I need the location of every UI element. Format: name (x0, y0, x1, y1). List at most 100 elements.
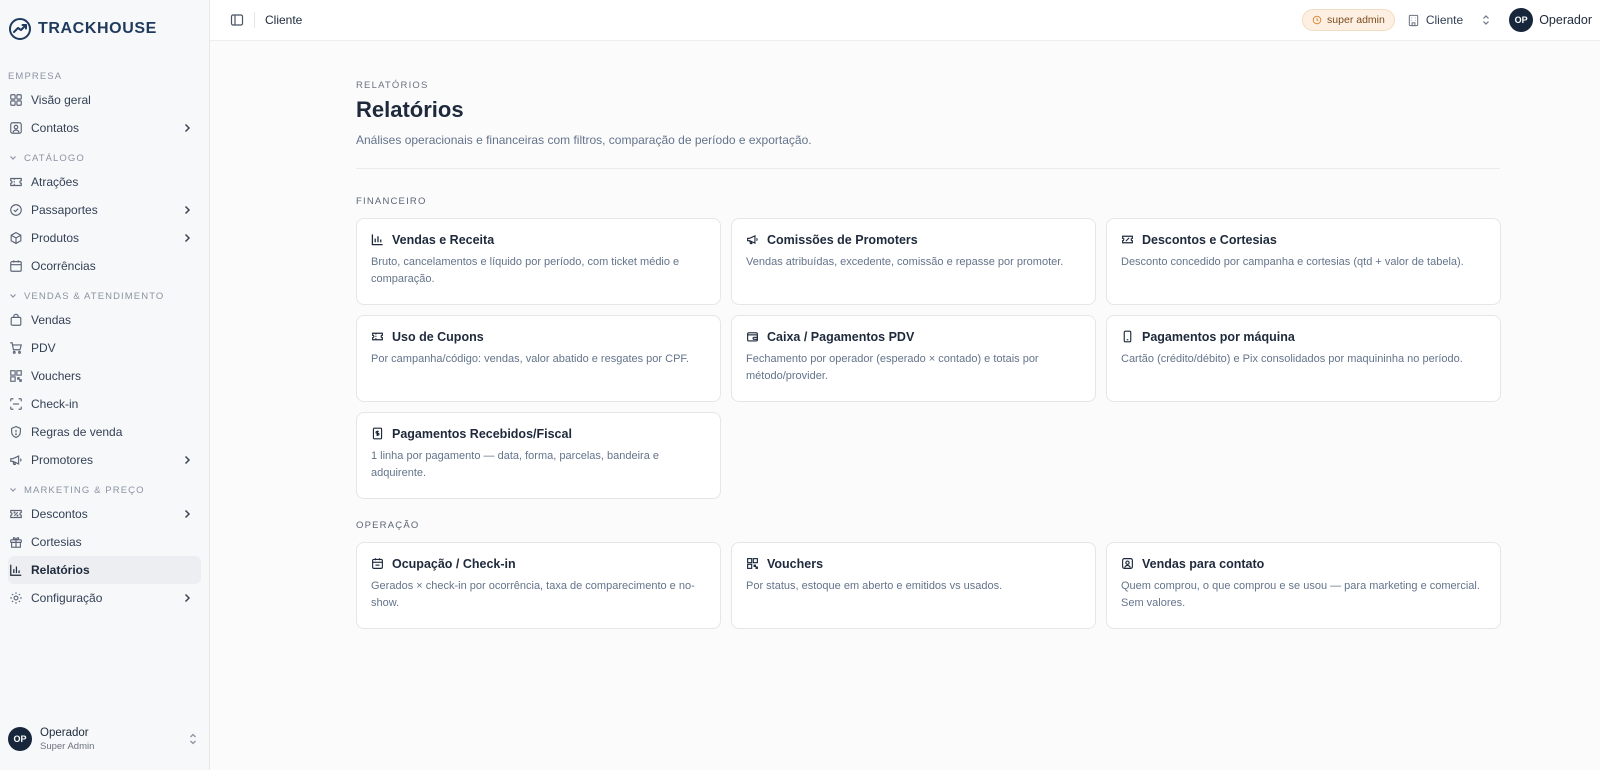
report-card-description: Bruto, cancelamentos e líquido por perío… (371, 256, 680, 285)
report-card-title: Vendas e Receita (392, 233, 495, 247)
sidebar-item-regras-de-venda[interactable]: Regras de venda (8, 418, 201, 446)
sidebar-item-label: Visão geral (31, 93, 91, 107)
sidebar-item-label: Cortesias (31, 535, 82, 549)
page-description: Análises operacionais e financeiras com … (356, 133, 812, 147)
sidebar-item-vendas[interactable]: Vendas (8, 306, 201, 334)
sidebar-item-label: Check-in (31, 397, 79, 411)
receipt-icon (371, 427, 385, 441)
brand[interactable]: TRACKHOUSE (0, 0, 209, 58)
gear-icon (8, 590, 24, 606)
section-label-vendas-atendimento[interactable]: VENDAS & ATENDIMENTO (8, 286, 201, 306)
sidebar-item-produtos[interactable]: Produtos (8, 224, 201, 252)
sidebar-item-ocorrencias[interactable]: Ocorrências (8, 252, 201, 280)
report-card-ocupacao-check-in[interactable]: Ocupação / Check-in Gerados × check-in p… (356, 542, 721, 629)
calendar-check-icon (371, 557, 385, 571)
report-card-description: Desconto concedido por campanha e cortes… (1121, 256, 1464, 268)
chevron-down-icon (8, 153, 18, 163)
badge-check-icon (8, 202, 24, 218)
role-badge: super admin (1302, 9, 1395, 31)
section-label-text: CATÁLOGO (24, 152, 85, 164)
sidebar-item-label: PDV (31, 341, 56, 355)
sidebar-item-label: Atrações (31, 175, 79, 189)
chevron-down-icon (8, 291, 18, 301)
sidebar-toggle-icon[interactable] (230, 13, 244, 27)
divider (254, 12, 255, 28)
calendar-icon (8, 258, 24, 274)
chevron-right-icon (181, 204, 193, 216)
report-card-comissoes-promoters[interactable]: Comissões de Promoters Vendas atribuídas… (731, 218, 1096, 305)
report-card-caixa-pagamentos-pdv[interactable]: Caixa / Pagamentos PDV Fechamento por op… (731, 315, 1096, 402)
avatar: OP (1509, 8, 1534, 32)
sidebar-item-label: Contatos (31, 121, 80, 135)
chevrons-up-down-icon (187, 732, 199, 746)
section-label-text: MARKETING & PREÇO (24, 484, 145, 496)
report-card-pagamentos-recebidos-fiscal[interactable]: Pagamentos Recebidos/Fiscal 1 linha por … (356, 412, 721, 499)
report-card-vendas-receita[interactable]: Vendas e Receita Bruto, cancelamentos e … (356, 218, 721, 305)
qr-code-icon (8, 368, 24, 384)
group-label-financeiro: FINANCEIRO (356, 196, 427, 207)
wallet-icon (746, 330, 760, 344)
sidebar-user-menu[interactable]: OP Operador Super Admin (0, 708, 209, 770)
sidebar-item-relatorios[interactable]: Relatórios (8, 556, 201, 584)
ticket-percent-icon (8, 506, 24, 522)
section-label-catalogo[interactable]: CATÁLOGO (8, 148, 201, 168)
sidebar-item-check-in[interactable]: Check-in (8, 390, 201, 418)
sidebar-nav: EMPRESA Visão geral Contatos CATÁLOGO At… (0, 58, 209, 612)
sidebar-item-promotores[interactable]: Promotores (8, 446, 201, 474)
report-card-description: Vendas atribuídas, excedente, comissão e… (746, 256, 1064, 268)
sidebar: TRACKHOUSE EMPRESA Visão geral Contatos (0, 0, 210, 770)
cart-icon (8, 340, 24, 356)
ticket-percent-icon (1121, 233, 1135, 247)
report-card-title: Pagamentos por máquina (1142, 330, 1295, 344)
org-switcher[interactable]: Cliente (1407, 13, 1491, 27)
report-card-vouchers[interactable]: Vouchers Por status, estoque em aberto e… (731, 542, 1096, 629)
sidebar-item-label: Produtos (31, 231, 80, 245)
sidebar-item-contatos[interactable]: Contatos (8, 114, 201, 142)
contact-icon (1121, 557, 1135, 571)
reports-page: RELATÓRIOS Relatórios Análises operacion… (356, 80, 1501, 629)
group-label-operacao: OPERAÇÃO (356, 520, 420, 531)
sidebar-item-label: Passaportes (31, 203, 98, 217)
sidebar-item-passaportes[interactable]: Passaportes (8, 196, 201, 224)
report-card-description: Por status, estoque em aberto e emitidos… (746, 580, 1003, 592)
sidebar-item-label: Vendas (31, 313, 72, 327)
avatar: OP (8, 727, 32, 751)
report-card-description: Por campanha/código: vendas, valor abati… (371, 353, 689, 365)
megaphone-icon (746, 233, 760, 247)
sidebar-item-atracoes[interactable]: Atrações (8, 168, 201, 196)
report-card-title: Uso de Cupons (392, 330, 484, 344)
sidebar-item-label: Configuração (31, 591, 103, 605)
sidebar-item-cortesias[interactable]: Cortesias (8, 528, 201, 556)
package-icon (8, 230, 24, 246)
section-label-marketing-preco[interactable]: MARKETING & PREÇO (8, 480, 201, 500)
report-card-vendas-para-contato[interactable]: Vendas para contato Quem comprou, o que … (1106, 542, 1501, 629)
sidebar-item-visao-geral[interactable]: Visão geral (8, 86, 201, 114)
chevron-down-icon (8, 485, 18, 495)
sidebar-item-vouchers[interactable]: Vouchers (8, 362, 201, 390)
divider (356, 168, 1500, 169)
section-label-empresa: EMPRESA (8, 66, 201, 86)
report-card-title: Vouchers (767, 557, 824, 571)
org-switcher-label: Cliente (1425, 13, 1464, 27)
report-card-descontos-cortesias[interactable]: Descontos e Cortesias Desconto concedido… (1106, 218, 1501, 305)
report-card-uso-cupons[interactable]: Uso de Cupons Por campanha/código: venda… (356, 315, 721, 402)
bar-chart-icon (8, 562, 24, 578)
user-menu[interactable]: OP Operador (1509, 8, 1592, 32)
trackhouse-logo-icon (8, 17, 32, 41)
section-label-text: VENDAS & ATENDIMENTO (24, 290, 165, 302)
sidebar-item-pdv[interactable]: PDV (8, 334, 201, 362)
page-eyebrow: RELATÓRIOS (356, 80, 429, 91)
breadcrumb[interactable]: Cliente (265, 13, 302, 27)
sidebar-item-configuracao[interactable]: Configuração (8, 584, 201, 612)
grid-icon (8, 92, 24, 108)
ticket-icon (371, 330, 385, 344)
shield-icon (8, 424, 24, 440)
sidebar-item-label: Descontos (31, 507, 88, 521)
sidebar-item-label: Regras de venda (31, 425, 123, 439)
report-card-title: Descontos e Cortesias (1142, 233, 1277, 247)
sidebar-item-label: Ocorrências (31, 259, 96, 273)
report-card-pagamentos-maquina[interactable]: Pagamentos por máquina Cartão (crédito/d… (1106, 315, 1501, 402)
sidebar-item-descontos[interactable]: Descontos (8, 500, 201, 528)
report-card-title: Pagamentos Recebidos/Fiscal (392, 427, 572, 441)
bar-chart-icon (371, 233, 385, 247)
